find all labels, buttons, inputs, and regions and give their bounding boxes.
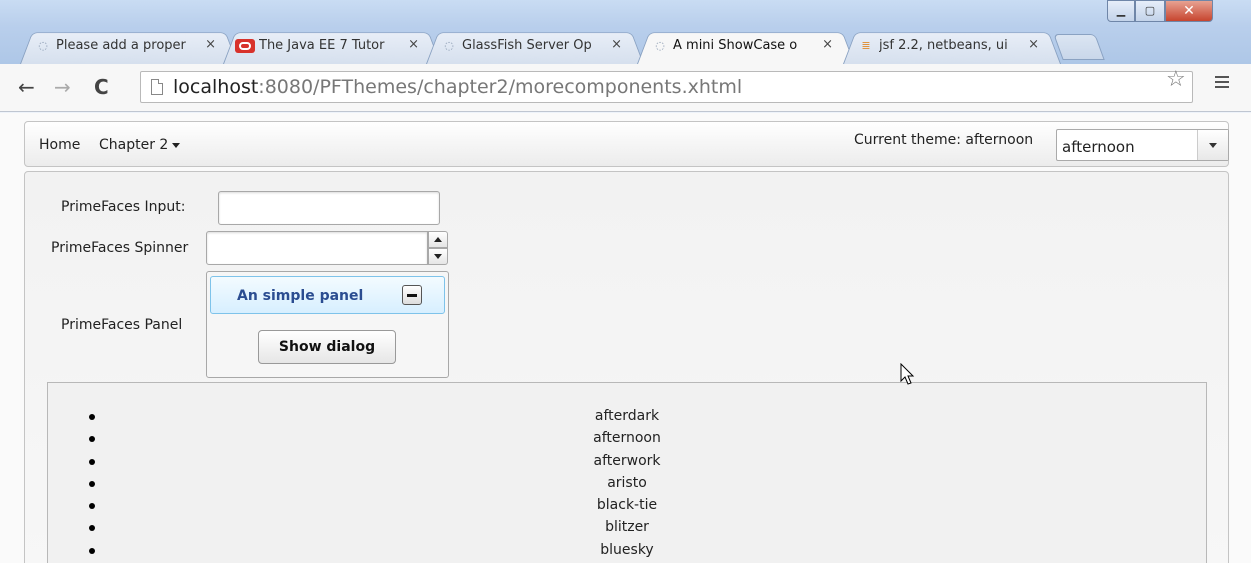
forward-arrow-icon[interactable]: → <box>54 76 71 98</box>
browser-tab-active[interactable]: ◌ A mini ShowCase o × <box>637 28 855 64</box>
tab-close-icon[interactable]: × <box>205 37 216 52</box>
themes-list: afterdark afternoon afterwork aristo bla… <box>47 382 1207 563</box>
content-panel: PrimeFaces Input: PrimeFaces Spinner Pri… <box>24 171 1229 563</box>
mouse-cursor-icon <box>900 363 915 385</box>
browser-titlebar: ◌ Please add a proper × The Java EE 7 Tu… <box>0 0 1251 64</box>
spinner-up-icon[interactable] <box>428 231 448 248</box>
chrome-menu-icon[interactable] <box>1215 76 1229 90</box>
oracle-icon <box>235 39 255 53</box>
new-tab-button[interactable] <box>1053 34 1105 60</box>
menu-chapter-label: Chapter 2 <box>99 137 169 153</box>
theme-select-value: afternoon <box>1062 138 1135 156</box>
collapse-minus-icon[interactable] <box>402 285 422 305</box>
menubar: Home Chapter 2 Current theme: afternoon … <box>24 121 1229 167</box>
tab-close-icon[interactable]: × <box>611 37 622 52</box>
page-viewport: Home Chapter 2 Current theme: afternoon … <box>0 113 1251 563</box>
browser-tab[interactable]: ≣ jsf 2.2, netbeans, ui × <box>843 28 1061 64</box>
page-loading-icon: ◌ <box>655 39 665 52</box>
bookmark-star-icon[interactable]: ☆ <box>1166 67 1186 92</box>
minimize-button[interactable]: ▁ <box>1107 0 1135 22</box>
browser-tab[interactable]: ◌ GlassFish Server Op × <box>426 28 644 64</box>
list-item: black-tie <box>48 494 1206 516</box>
tab-label: A mini ShowCase o <box>673 38 798 53</box>
list-item: aristo <box>48 472 1206 494</box>
tab-label: Please add a proper <box>56 38 186 53</box>
tab-label: The Java EE 7 Tutor <box>259 38 385 53</box>
list-item: bluesky <box>48 539 1206 561</box>
stackoverflow-icon: ≣ <box>861 39 871 52</box>
show-dialog-button[interactable]: Show dialog <box>258 330 396 364</box>
page-loading-icon: ◌ <box>444 39 454 52</box>
tab-close-icon[interactable]: × <box>1028 37 1039 52</box>
theme-select[interactable]: afternoon <box>1056 129 1229 161</box>
panel-title: An simple panel <box>237 288 364 304</box>
caret-down-icon <box>172 142 181 148</box>
list-item: afternoon <box>48 427 1206 449</box>
spinner-input[interactable] <box>206 231 428 265</box>
menu-chapter-2[interactable]: Chapter 2 <box>99 137 181 153</box>
panel-label: PrimeFaces Panel <box>61 317 183 333</box>
tab-label: jsf 2.2, netbeans, ui <box>879 38 1008 53</box>
browser-toolbar: ← → C localhost:8080/PFThemes/chapter2/m… <box>0 64 1251 112</box>
reload-icon[interactable]: C <box>94 76 109 98</box>
maximize-button[interactable]: ▢ <box>1135 0 1165 22</box>
list-item: afterwork <box>48 450 1206 472</box>
spinner-label: PrimeFaces Spinner <box>51 240 189 256</box>
address-bar[interactable]: localhost:8080/PFThemes/chapter2/morecom… <box>140 71 1193 103</box>
menu-home[interactable]: Home <box>39 137 80 153</box>
page-icon <box>151 79 163 95</box>
input-label: PrimeFaces Input: <box>61 199 186 215</box>
tab-close-icon[interactable]: × <box>822 37 833 52</box>
list-item: afterdark <box>48 405 1206 427</box>
close-window-button[interactable]: ✕ <box>1165 0 1213 22</box>
window-controls: ▁ ▢ ✕ <box>1107 0 1213 22</box>
url-text[interactable]: localhost:8080/PFThemes/chapter2/morecom… <box>173 76 742 98</box>
list-item: blitzer <box>48 516 1206 538</box>
primefaces-input[interactable] <box>218 191 440 225</box>
tab-close-icon[interactable]: × <box>408 37 419 52</box>
primefaces-panel: An simple panel Show dialog <box>206 271 449 378</box>
spinner-down-icon[interactable] <box>428 248 448 265</box>
back-arrow-icon[interactable]: ← <box>18 76 35 98</box>
browser-tab[interactable]: ◌ Please add a proper × <box>20 28 238 64</box>
primefaces-spinner <box>206 231 450 265</box>
page-loading-icon: ◌ <box>38 39 48 52</box>
current-theme-label: Current theme: afternoon <box>854 132 1034 148</box>
panel-header: An simple panel <box>210 276 445 314</box>
browser-tab[interactable]: The Java EE 7 Tutor × <box>223 28 441 64</box>
chevron-down-icon[interactable] <box>1197 130 1228 160</box>
tab-label: GlassFish Server Op <box>462 38 592 53</box>
